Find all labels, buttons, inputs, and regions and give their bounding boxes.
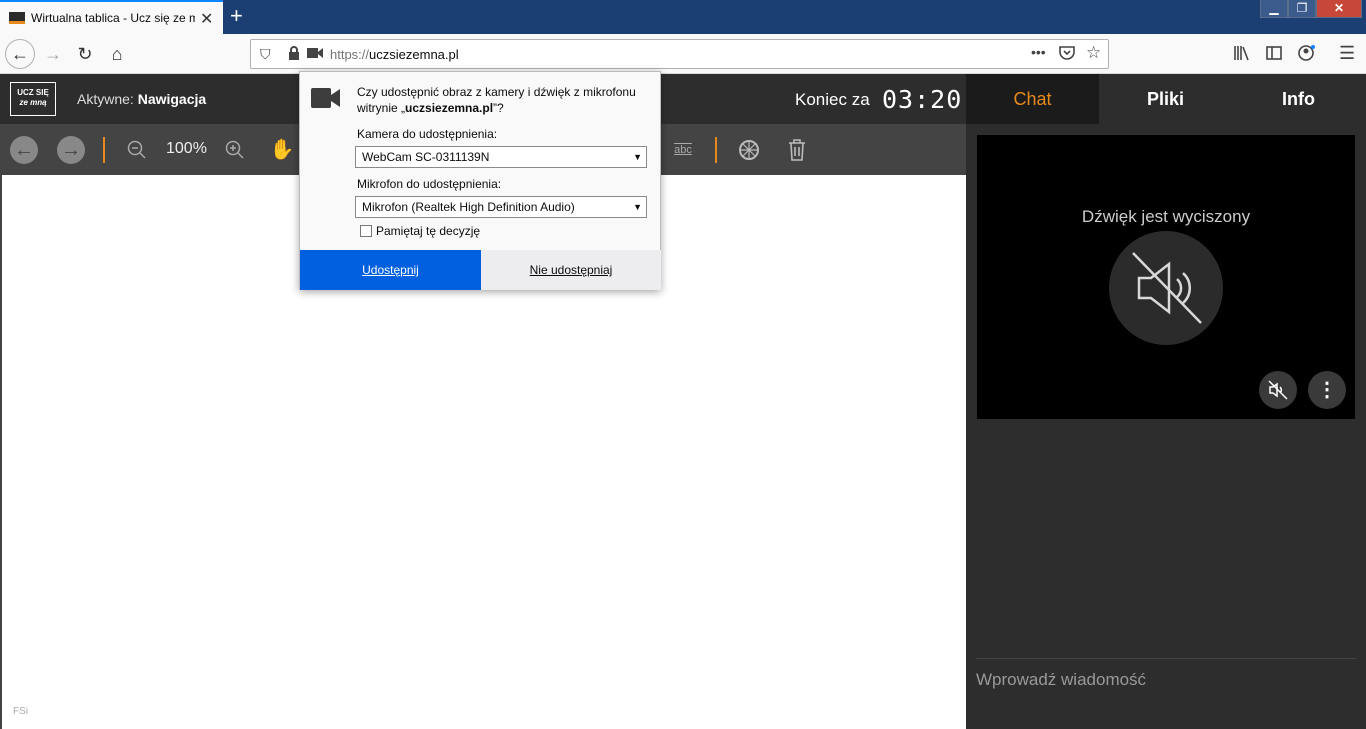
- tab-files[interactable]: Pliki: [1099, 74, 1232, 124]
- dont-share-button[interactable]: Nie udostępniaj: [481, 250, 661, 290]
- watermark-text: FSi: [13, 706, 28, 717]
- question-site: uczsiezemna.pl: [405, 101, 494, 115]
- url-text[interactable]: https://uczsiezemna.pl: [330, 47, 459, 62]
- mute-toggle-icon[interactable]: [1259, 371, 1297, 409]
- account-icon[interactable]: [1298, 45, 1316, 64]
- next-page-icon[interactable]: →: [57, 136, 85, 164]
- microphone-select-value: Mikrofon (Realtek High Definition Audio): [362, 200, 575, 214]
- text-tool-icon[interactable]: abc: [669, 136, 697, 164]
- end-timer-label: Koniec za: [795, 90, 870, 109]
- right-panel: Chat Pliki Info Dźwięk jest wyciszony ⋮: [966, 74, 1366, 729]
- address-bar[interactable]: ⛉ https://uczsiezemna.pl ••• ☆: [250, 39, 1109, 69]
- back-button[interactable]: ←: [5, 39, 35, 69]
- active-value: Nawigacja: [137, 91, 207, 107]
- camera-select-value: WebCam SC-0311139N: [362, 150, 490, 164]
- hand-tool-icon[interactable]: ✋: [268, 136, 296, 164]
- trash-icon[interactable]: [783, 136, 811, 164]
- pattern-tool-icon[interactable]: [735, 136, 763, 164]
- tab-title: Wirtualna tablica - Ucz się ze m: [31, 11, 195, 25]
- pocket-icon[interactable]: [1059, 46, 1075, 63]
- logo-line1: UCZ SIĘ: [17, 88, 49, 97]
- dropdown-arrow-icon: ▼: [633, 202, 642, 212]
- sidebar-icon[interactable]: [1266, 45, 1282, 64]
- toolbar-separator: [715, 137, 717, 163]
- home-button[interactable]: ⌂: [102, 39, 132, 69]
- tab-info[interactable]: Info: [1232, 74, 1365, 124]
- forward-button[interactable]: →: [38, 39, 68, 69]
- tab-close-icon[interactable]: ✕: [200, 9, 213, 29]
- end-timer-value: 03:20: [882, 85, 963, 114]
- muted-status-text: Dźwięk jest wyciszony: [1081, 207, 1251, 226]
- reload-button[interactable]: ↻: [70, 39, 100, 69]
- window-minimize-button[interactable]: ▁: [1260, 0, 1288, 18]
- permission-question: Czy udostępnić obraz z kamery i dźwięk z…: [357, 84, 652, 116]
- browser-tab[interactable]: Wirtualna tablica - Ucz się ze m ✕: [0, 0, 223, 34]
- zoom-level: 100%: [166, 140, 207, 157]
- active-prefix: Aktywne:: [77, 91, 134, 107]
- camera-permission-icon[interactable]: [307, 46, 323, 62]
- library-icon[interactable]: [1234, 45, 1250, 64]
- camera-icon: [311, 86, 341, 115]
- share-button[interactable]: Udostępnij: [300, 250, 481, 290]
- bookmark-star-icon[interactable]: ☆: [1086, 43, 1101, 63]
- muted-speaker-icon: [1109, 231, 1223, 345]
- window-close-button[interactable]: ✕: [1316, 0, 1362, 18]
- remember-decision-checkbox[interactable]: Pamiętaj tę decyzję: [360, 224, 480, 238]
- remember-label: Pamiętaj tę decyzję: [376, 224, 481, 238]
- tab-chat[interactable]: Chat: [966, 74, 1099, 124]
- menu-icon[interactable]: ☰: [1339, 43, 1355, 64]
- dropdown-arrow-icon: ▼: [633, 152, 642, 162]
- toolbar-separator: [103, 137, 105, 163]
- app-logo[interactable]: UCZ SIĘ ze mną: [10, 82, 56, 116]
- more-options-icon[interactable]: ⋮: [1308, 371, 1346, 409]
- logo-line2: ze mną: [19, 98, 47, 107]
- site-favicon-icon: [9, 12, 25, 24]
- new-tab-button[interactable]: +: [230, 3, 243, 29]
- microphone-label: Mikrofon do udostępnienia:: [357, 177, 502, 191]
- active-mode-label: Aktywne: Nawigacja: [77, 91, 206, 107]
- permission-dialog: Czy udostępnić obraz z kamery i dźwięk z…: [299, 71, 661, 290]
- camera-label: Kamera do udostępnienia:: [357, 127, 498, 141]
- zoom-out-icon[interactable]: [123, 136, 151, 164]
- browser-navigation-bar: ← → ↻ ⌂ ⛉ https://uczsiezemna.pl ••• ☆ ☰: [0, 34, 1366, 74]
- chat-divider: [976, 658, 1356, 659]
- video-area: Dźwięk jest wyciszony ⋮: [977, 135, 1355, 419]
- checkbox-box[interactable]: [360, 225, 372, 237]
- page-actions-icon[interactable]: •••: [1031, 44, 1046, 60]
- question-end: ”?: [493, 101, 504, 115]
- microphone-select[interactable]: Mikrofon (Realtek High Definition Audio)…: [355, 196, 647, 218]
- zoom-in-icon[interactable]: [221, 136, 249, 164]
- window-maximize-button[interactable]: ❐: [1288, 0, 1316, 18]
- shield-icon[interactable]: ⛉: [260, 46, 271, 63]
- chat-message-input[interactable]: [976, 668, 1356, 692]
- prev-page-icon[interactable]: ←: [10, 136, 38, 164]
- browser-tab-strip: Wirtualna tablica - Ucz się ze m ✕ + ▁ ❐…: [0, 0, 1366, 34]
- camera-select[interactable]: WebCam SC-0311139N ▼: [355, 146, 647, 168]
- lock-icon[interactable]: [288, 46, 300, 63]
